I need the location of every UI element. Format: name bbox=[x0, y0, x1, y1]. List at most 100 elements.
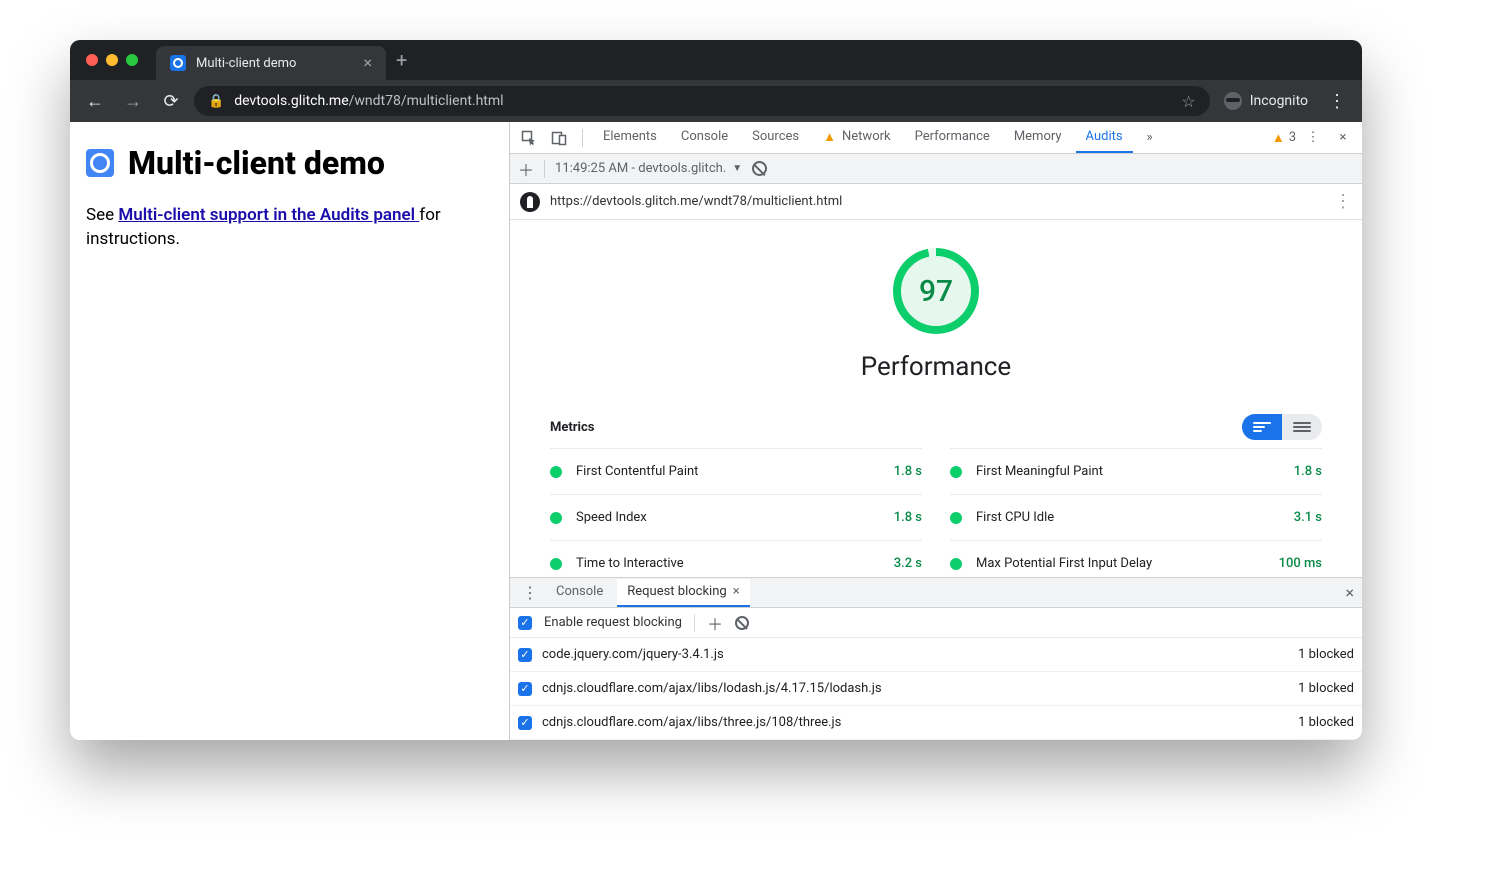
window-traffic-lights bbox=[86, 54, 138, 66]
metric-name: Max Potential First Input Delay bbox=[976, 556, 1152, 571]
incognito-icon bbox=[1224, 92, 1242, 110]
view-summary-icon[interactable] bbox=[1242, 414, 1282, 440]
browser-tab[interactable]: Multi-client demo × bbox=[156, 46, 386, 80]
devtools-tabbar: Elements Console Sources ▲Network Perfor… bbox=[510, 122, 1362, 154]
drawer-close-icon[interactable]: × bbox=[1345, 583, 1354, 602]
audit-options-icon[interactable]: ⋮ bbox=[1334, 191, 1352, 212]
drawer-tabbar: ⋮ Console Request blocking× × bbox=[510, 578, 1362, 608]
page-text: See bbox=[86, 205, 118, 225]
metrics-grid: First Contentful Paint 1.8 s First Meanin… bbox=[510, 448, 1362, 577]
metric-value: 3.2 s bbox=[894, 556, 922, 571]
device-toolbar-icon[interactable] bbox=[546, 125, 572, 151]
status-dot-icon bbox=[550, 512, 562, 524]
more-tabs-icon[interactable]: » bbox=[1137, 125, 1163, 151]
close-tab-icon[interactable]: × bbox=[733, 584, 740, 599]
warning-count: 3 bbox=[1289, 130, 1296, 145]
metric-row: Max Potential First Input Delay 100 ms bbox=[950, 540, 1322, 577]
tab-network[interactable]: ▲Network bbox=[813, 123, 900, 153]
new-tab-button[interactable]: + bbox=[396, 48, 407, 72]
tab-title: Multi-client demo bbox=[196, 56, 296, 71]
tab-memory[interactable]: Memory bbox=[1004, 123, 1072, 153]
metrics-view-toggle[interactable] bbox=[1242, 414, 1322, 440]
status-dot-icon bbox=[950, 558, 962, 570]
metric-row: Speed Index 1.8 s bbox=[550, 494, 922, 540]
maximize-window-icon[interactable] bbox=[126, 54, 138, 66]
status-dot-icon bbox=[550, 466, 562, 478]
drawer-menu-icon[interactable]: ⋮ bbox=[518, 583, 542, 602]
metric-name: First Meaningful Paint bbox=[976, 464, 1103, 479]
pattern-checkbox[interactable]: ✓ bbox=[518, 682, 532, 696]
status-dot-icon bbox=[950, 466, 962, 478]
bookmark-star-icon[interactable]: ☆ bbox=[1181, 92, 1195, 111]
drawer-tab-request-blocking[interactable]: Request blocking× bbox=[617, 579, 749, 607]
devtools-settings-icon[interactable]: ⋮ bbox=[1300, 125, 1326, 151]
devtools-close-icon[interactable]: × bbox=[1330, 125, 1356, 151]
page-content: Multi-client demo See Multi-client suppo… bbox=[70, 122, 510, 740]
new-audit-button[interactable]: ＋ bbox=[518, 157, 534, 181]
blocked-url: cdnjs.cloudflare.com/ajax/libs/lodash.js… bbox=[542, 681, 882, 696]
tab-performance[interactable]: Performance bbox=[905, 123, 1000, 153]
tab-audits[interactable]: Audits bbox=[1076, 123, 1133, 153]
blocked-count: 1 blocked bbox=[1298, 647, 1354, 662]
gauge-score: 97 bbox=[919, 274, 953, 309]
favicon-icon bbox=[170, 55, 186, 71]
metric-name: Speed Index bbox=[576, 510, 647, 525]
performance-gauge: 97 bbox=[893, 248, 979, 334]
metric-name: First Contentful Paint bbox=[576, 464, 698, 479]
blocked-count: 1 blocked bbox=[1298, 681, 1354, 696]
tab-console[interactable]: Console bbox=[671, 123, 738, 153]
metric-name: Time to Interactive bbox=[576, 556, 684, 571]
audits-toolbar: ＋ 11:49:25 AM - devtools.glitch. ▼ bbox=[510, 154, 1362, 184]
close-window-icon[interactable] bbox=[86, 54, 98, 66]
metric-value: 100 ms bbox=[1279, 556, 1322, 571]
page-logo-icon bbox=[86, 149, 114, 177]
metric-value: 3.1 s bbox=[1294, 510, 1322, 525]
blocked-row[interactable]: ✓ cdnjs.cloudflare.com/ajax/libs/three.j… bbox=[510, 706, 1362, 740]
audit-select-label: 11:49:25 AM - devtools.glitch. bbox=[555, 161, 726, 176]
status-dot-icon bbox=[950, 512, 962, 524]
metric-value: 1.8 s bbox=[894, 510, 922, 525]
clear-audits-icon[interactable] bbox=[752, 161, 767, 176]
blocked-row[interactable]: ✓ code.jquery.com/jquery-3.4.1.js 1 bloc… bbox=[510, 638, 1362, 672]
audit-select-dropdown[interactable]: 11:49:25 AM - devtools.glitch. ▼ bbox=[555, 161, 742, 176]
metric-value: 1.8 s bbox=[1294, 464, 1322, 479]
url-display: devtools.glitch.me/wndt78/multiclient.ht… bbox=[234, 93, 503, 109]
lighthouse-icon bbox=[520, 192, 540, 212]
metric-row: First Meaningful Paint 1.8 s bbox=[950, 448, 1322, 494]
chevron-down-icon: ▼ bbox=[732, 163, 742, 174]
page-description: See Multi-client support in the Audits p… bbox=[86, 204, 493, 252]
drawer-tab-console[interactable]: Console bbox=[546, 579, 613, 607]
incognito-label: Incognito bbox=[1250, 93, 1308, 109]
add-pattern-button[interactable]: ＋ bbox=[707, 611, 723, 635]
tab-sources[interactable]: Sources bbox=[742, 123, 809, 153]
remove-all-patterns-icon[interactable] bbox=[735, 616, 749, 630]
pattern-checkbox[interactable]: ✓ bbox=[518, 648, 532, 662]
inspect-element-icon[interactable] bbox=[516, 125, 542, 151]
chrome-menu-button[interactable]: ⋮ bbox=[1322, 91, 1352, 112]
devtools-drawer: ⋮ Console Request blocking× × ✓ Enable r… bbox=[510, 577, 1362, 740]
enable-blocking-checkbox[interactable]: ✓ bbox=[518, 616, 532, 630]
metrics-heading: Metrics bbox=[550, 420, 594, 435]
tab-strip: Multi-client demo × + bbox=[70, 40, 1362, 80]
docs-link[interactable]: Multi-client support in the Audits panel bbox=[118, 205, 419, 225]
tab-elements[interactable]: Elements bbox=[593, 123, 667, 153]
pattern-checkbox[interactable]: ✓ bbox=[518, 716, 532, 730]
gauge-label: Performance bbox=[861, 352, 1011, 382]
close-tab-icon[interactable]: × bbox=[363, 55, 372, 71]
devtools-panel: Elements Console Sources ▲Network Perfor… bbox=[510, 122, 1362, 740]
blocked-count: 1 blocked bbox=[1298, 715, 1354, 730]
blocked-url: cdnjs.cloudflare.com/ajax/libs/three.js/… bbox=[542, 715, 841, 730]
warning-triangle-icon: ▲ bbox=[1272, 130, 1285, 146]
minimize-window-icon[interactable] bbox=[106, 54, 118, 66]
reload-button[interactable]: ⟳ bbox=[156, 86, 186, 116]
back-button[interactable]: ← bbox=[80, 86, 110, 116]
metric-name: First CPU Idle bbox=[976, 510, 1054, 525]
view-detail-icon[interactable] bbox=[1282, 414, 1322, 440]
audit-url-row: https://devtools.glitch.me/wndt78/multic… bbox=[510, 184, 1362, 220]
warnings-indicator[interactable]: ▲3 bbox=[1272, 130, 1296, 146]
forward-button[interactable]: → bbox=[118, 86, 148, 116]
metric-value: 1.8 s bbox=[894, 464, 922, 479]
blocked-row[interactable]: ✓ cdnjs.cloudflare.com/ajax/libs/lodash.… bbox=[510, 672, 1362, 706]
browser-window: Multi-client demo × + ← → ⟳ 🔒 devtools.g… bbox=[70, 40, 1362, 740]
omnibox[interactable]: 🔒 devtools.glitch.me/wndt78/multiclient.… bbox=[194, 86, 1210, 116]
